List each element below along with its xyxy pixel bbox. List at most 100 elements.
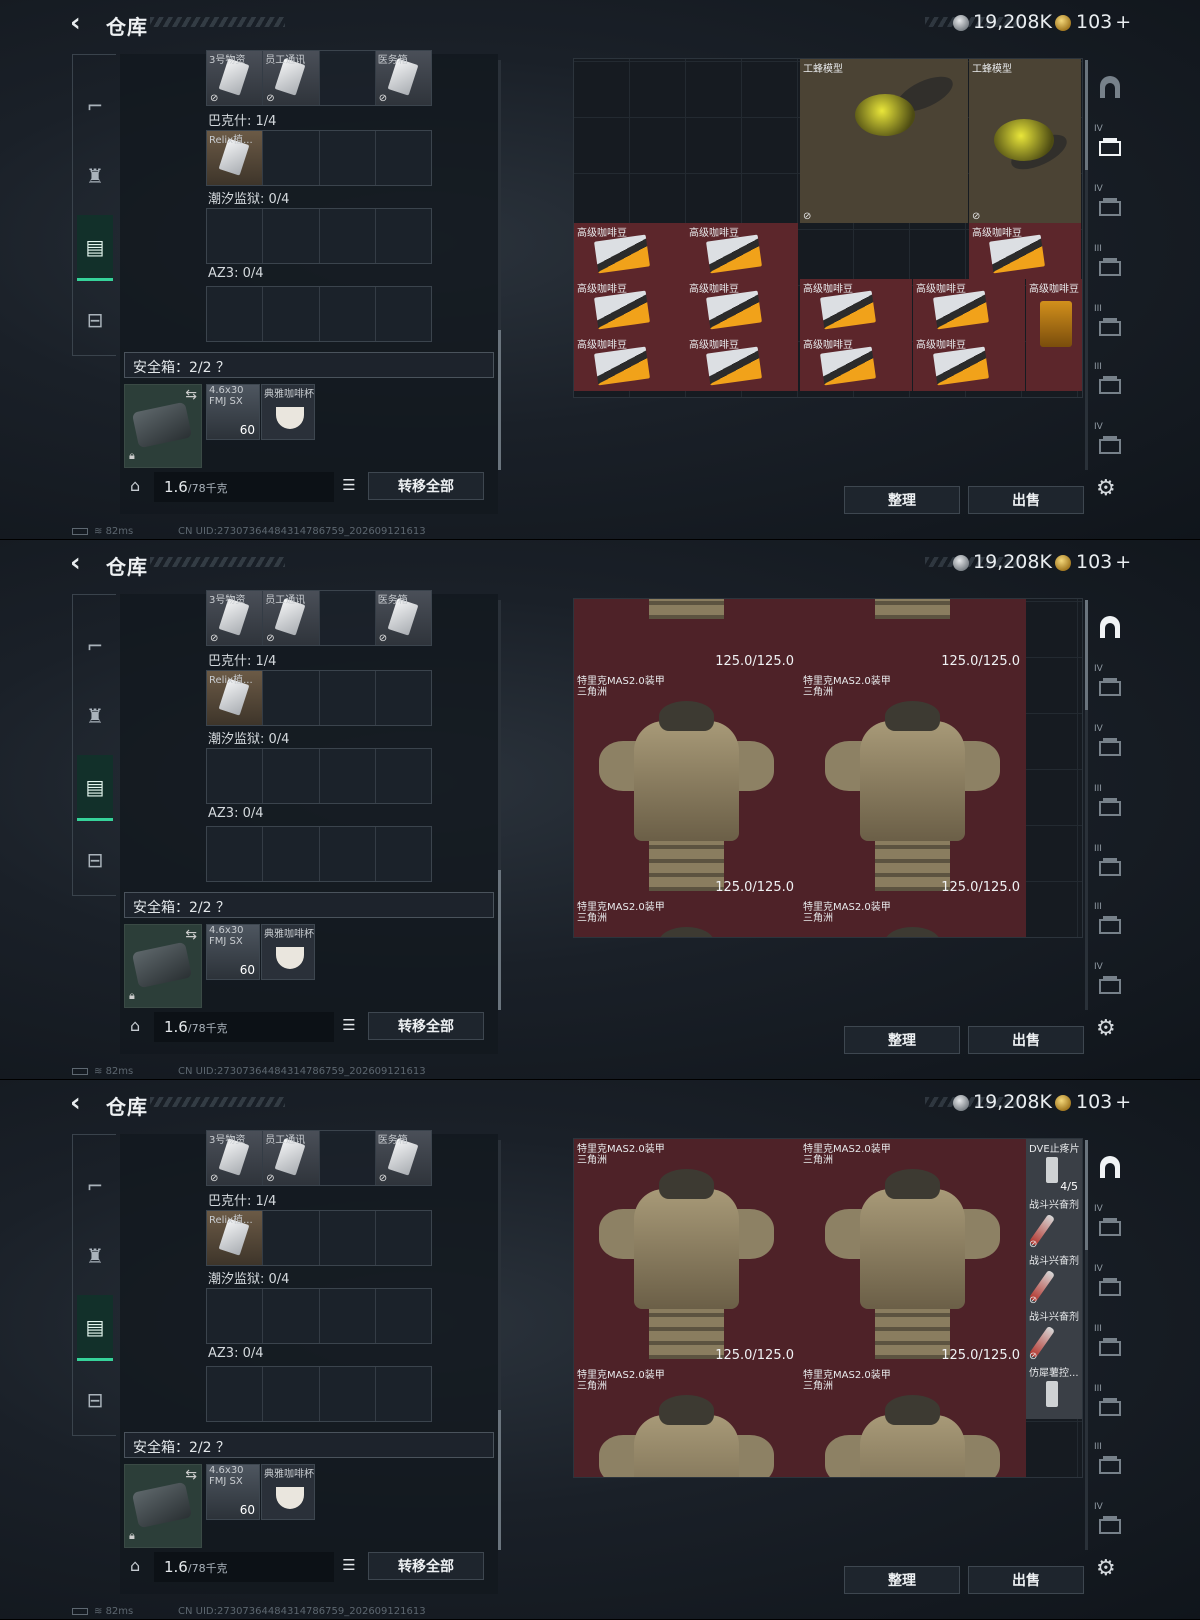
nav-tab-gun[interactable]: ⌐ [77,613,113,679]
grid-cell[interactable] [320,1367,376,1421]
settings-gear-icon[interactable]: ⚙ [1096,476,1116,501]
coffee-bean-item[interactable]: 高级咖啡豆 [913,279,1025,335]
coffee-bean-item[interactable]: 高级咖啡豆 [800,279,912,335]
currency-gold-amount[interactable]: 103 + [1076,551,1131,573]
sort-button[interactable]: 整理 [844,1026,960,1054]
right-scrollbar[interactable] [1085,600,1088,1010]
armor-item[interactable]: 特里克MAS2.0装甲 三角洲 125.0/125.0 [800,671,1026,897]
grid-cell[interactable] [263,1211,320,1265]
bee-model-item[interactable]: 工蜂模型 ⊘ [969,59,1081,223]
coffee-bean-item[interactable]: 高级咖啡豆 [686,223,798,279]
currency-gold-amount[interactable]: 103 + [1076,1091,1131,1113]
bee-model-item[interactable]: 工蜂模型 ⊘ [800,59,968,223]
swap-icon[interactable]: ⇆ [185,1467,197,1483]
transfer-all-button[interactable]: 转移全部 [368,1012,484,1040]
grid-cell[interactable] [376,1367,431,1421]
stash-tab[interactable]: III [1092,838,1128,894]
swap-icon[interactable]: ⇆ [185,927,197,943]
armor-item[interactable]: 特里克MAS2.0装甲 三角洲 125.0/125.0 [800,1139,1026,1365]
grid-cell[interactable]: Relix植... [207,131,264,185]
grid-cell[interactable] [263,209,320,263]
stash-tab[interactable]: IV [1092,118,1128,174]
grid-cell[interactable]: Relix植... [207,1211,264,1265]
add-currency-icon[interactable]: + [1115,551,1131,573]
back-icon[interactable]: ‹ [70,10,94,36]
coffee-bag-item[interactable]: 高级咖啡豆 [1026,279,1082,391]
right-scrollbar[interactable] [1085,60,1088,470]
stash-tab[interactable]: III [1092,298,1128,354]
sell-button[interactable]: 出售 [968,1026,1084,1054]
grid-cell[interactable] [320,209,376,263]
grid-cell[interactable] [376,209,431,263]
grid-cell[interactable] [376,1211,431,1265]
ammo-item[interactable]: 4.6x30 FMJ SX 60 [206,384,260,440]
grid-cell[interactable] [320,591,376,645]
stash-tab[interactable]: IV [1092,178,1128,234]
misc-item[interactable]: 仿犀薯控... [1026,1363,1082,1419]
stimulant-item[interactable]: 战斗兴奋剂 ⊘ [1026,1251,1082,1307]
safe-box-header[interactable]: 安全箱：2/2 ？ [124,1432,494,1458]
safe-box-slot[interactable]: ⇆ 🔒︎ [124,1464,202,1548]
stimulant-item[interactable]: 战斗兴奋剂 ⊘ [1026,1307,1082,1363]
coffee-bean-item[interactable]: 高级咖啡豆 [574,335,686,391]
sell-button[interactable]: 出售 [968,486,1084,514]
grid-cell[interactable] [207,209,264,263]
settings-gear-icon[interactable]: ⚙ [1096,1556,1116,1581]
nav-tab-gun[interactable]: ⌐ [77,73,113,139]
grid-cell[interactable] [320,51,376,105]
coffee-cup-item[interactable]: 典雅咖啡杯 [261,924,315,980]
grid-cell[interactable] [320,827,376,881]
safe-box-slot[interactable]: ⇆ 🔒︎ [124,384,202,468]
grid-cell[interactable]: 医务箱 ⊘ [375,591,431,645]
grid-cell[interactable]: 医务箱 ⊘ [375,1131,431,1185]
grid-cell[interactable] [263,1289,320,1343]
settings-gear-icon[interactable]: ⚙ [1096,1016,1116,1041]
armor-item[interactable]: 125.0/125.0 [574,599,800,671]
armor-item[interactable]: 特里克MAS2.0装甲 三角洲 [574,1365,800,1477]
grid-cell[interactable] [320,287,376,341]
left-scrollbar[interactable] [498,1140,501,1550]
add-currency-icon[interactable]: + [1115,1091,1131,1113]
grid-cell[interactable] [376,671,431,725]
armor-item[interactable]: 特里克MAS2.0装甲 三角洲 125.0/125.0 [574,1139,800,1365]
painkiller-item[interactable]: DVE止疼片 4/5 [1026,1139,1082,1195]
stash-tab[interactable]: IV [1092,1198,1128,1254]
transfer-all-button[interactable]: 转移全部 [368,1552,484,1580]
armor-item[interactable]: 特里克MAS2.0装甲 三角洲 [574,897,800,937]
grid-cell[interactable] [320,749,376,803]
coffee-bean-item[interactable]: 高级咖啡豆 [969,223,1081,279]
stash-tab[interactable]: III [1092,1318,1128,1374]
grid-cell[interactable] [207,1289,264,1343]
stash-tab[interactable]: IV [1092,718,1128,774]
nav-tab-vest[interactable]: ▤ [77,215,113,281]
stimulant-item[interactable]: 战斗兴奋剂 ⊘ [1026,1195,1082,1251]
nav-tab-case[interactable]: ⊟ [77,1367,113,1433]
grid-cell[interactable] [207,827,264,881]
grid-cell[interactable] [263,287,320,341]
grid-cell[interactable]: 员工通讯 ⊘ [263,1131,320,1185]
left-scrollbar[interactable] [498,600,501,1010]
stash-tab[interactable]: IV [1092,956,1128,1012]
nav-tab-backpack[interactable]: ♜ [77,143,113,209]
safe-box-header[interactable]: 安全箱：2/2 ？ [124,352,494,378]
sell-button[interactable]: 出售 [968,1566,1084,1594]
grid-cell[interactable] [263,671,320,725]
stash-tab[interactable]: IV [1092,416,1128,472]
grid-cell[interactable] [376,131,431,185]
stash-tab[interactable] [1092,60,1128,116]
grid-cell[interactable] [263,131,320,185]
grid-cell[interactable]: 员工通讯 ⊘ [263,51,320,105]
grid-cell[interactable] [320,1289,376,1343]
grid-cell[interactable]: 3号物资 ⊘ [207,51,264,105]
list-icon[interactable]: ☰ [338,1016,360,1038]
left-scrollbar[interactable] [498,60,501,470]
nav-tab-backpack[interactable]: ♜ [77,1223,113,1289]
stash-tab[interactable]: IV [1092,658,1128,714]
safe-box-slot[interactable]: ⇆ 🔒︎ [124,924,202,1008]
ammo-item[interactable]: 4.6x30 FMJ SX 60 [206,1464,260,1520]
grid-cell[interactable] [320,131,376,185]
swap-icon[interactable]: ⇆ [185,387,197,403]
stash-tab[interactable]: III [1092,1436,1128,1492]
nav-tab-case[interactable]: ⊟ [77,287,113,353]
nav-tab-gun[interactable]: ⌐ [77,1153,113,1219]
